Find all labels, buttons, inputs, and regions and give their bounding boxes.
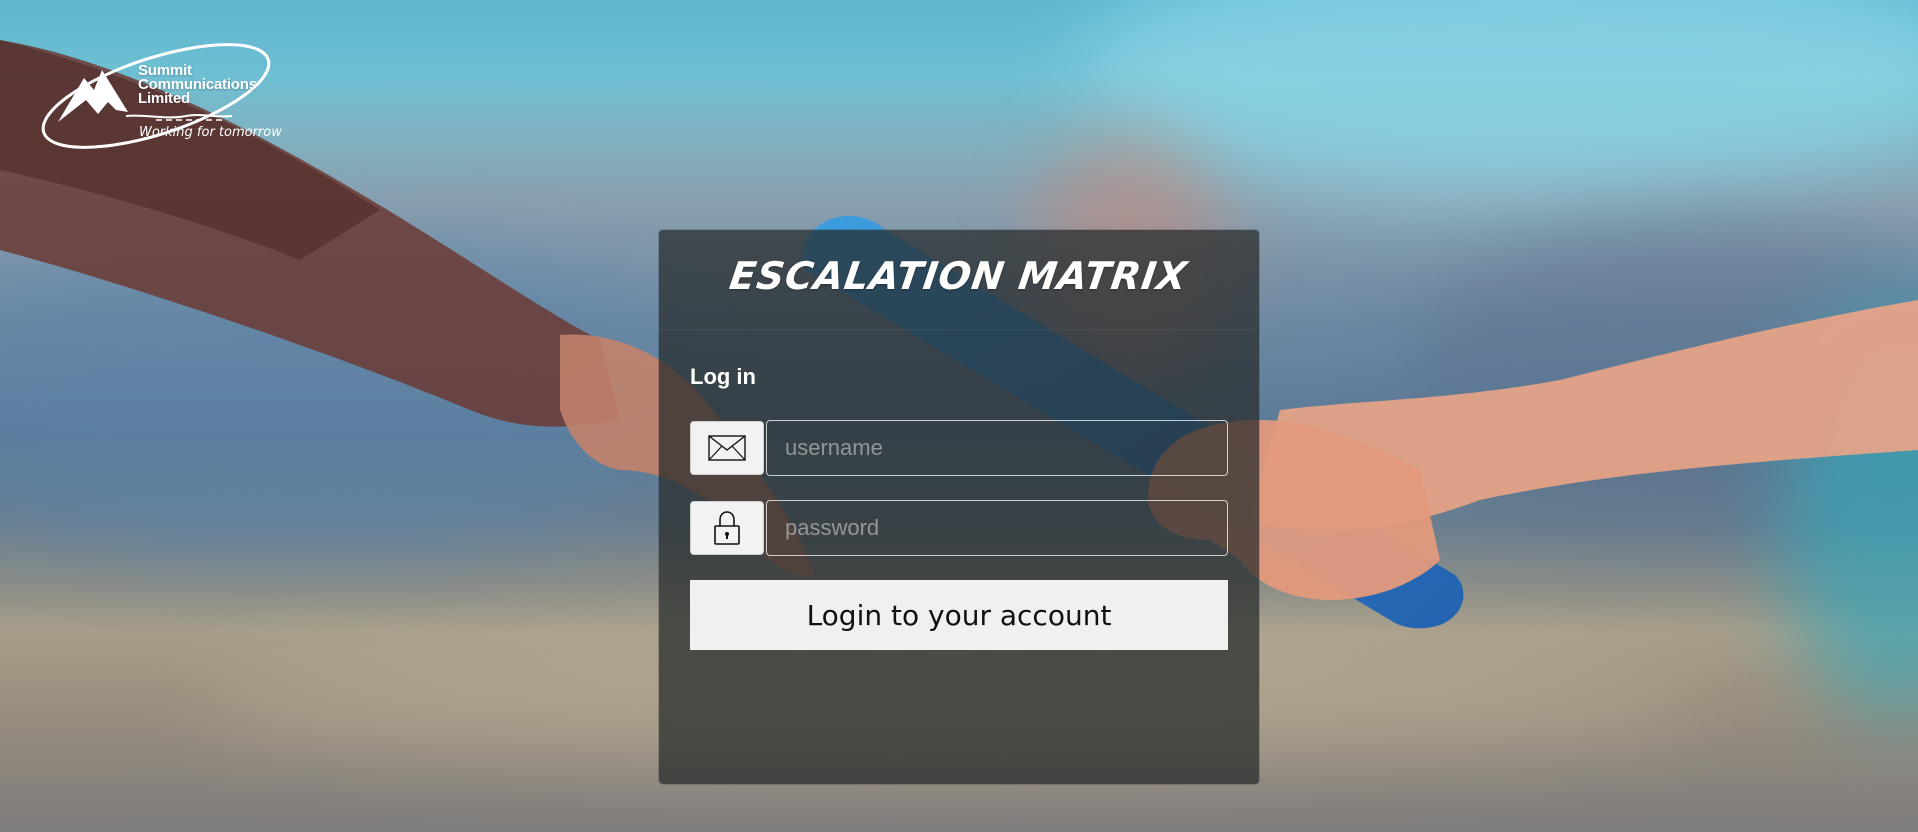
username-input[interactable] — [766, 420, 1228, 476]
padlock-icon — [690, 501, 764, 555]
envelope-icon — [690, 421, 764, 475]
app-title: ESCALATION MATRIX — [727, 253, 1191, 298]
password-row — [690, 500, 1228, 556]
login-button[interactable]: Login to your account — [690, 580, 1228, 650]
panel-header: ESCALATION MATRIX — [659, 230, 1259, 330]
login-panel: ESCALATION MATRIX Log in Login to your a… — [659, 230, 1259, 784]
company-tagline: Working for tomorrow — [139, 125, 282, 140]
company-name-line3: Limited — [138, 90, 190, 107]
login-heading: Log in — [690, 364, 756, 389]
company-name: Summit Communications Limited — [138, 63, 257, 107]
password-input[interactable] — [766, 500, 1228, 556]
company-logo: Summit Communications Limited Working fo… — [36, 40, 282, 150]
username-row — [690, 420, 1228, 476]
